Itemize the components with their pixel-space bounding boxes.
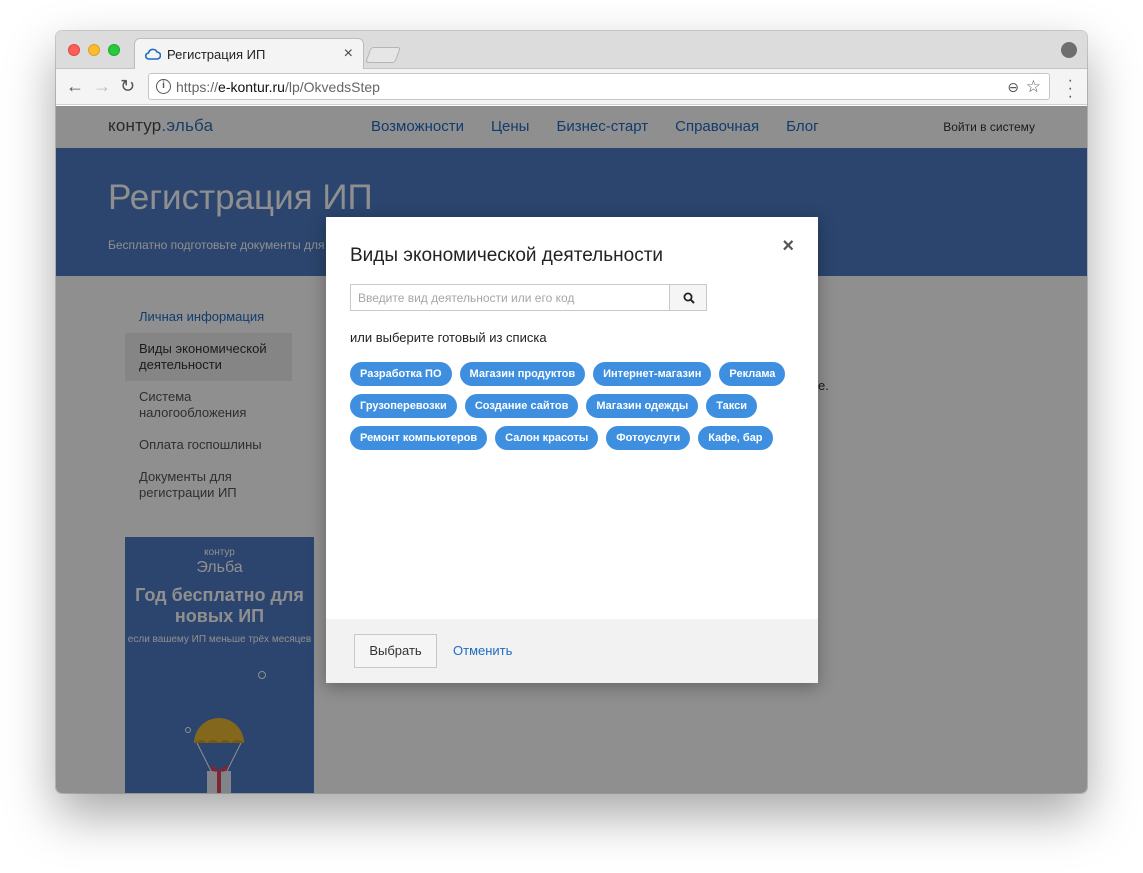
modal-footer: Выбрать Отменить (326, 619, 818, 683)
chip-photo-services[interactable]: Фотоуслуги (606, 426, 691, 450)
activity-chips: Разработка ПО Магазин продуктов Интернет… (350, 362, 790, 458)
maximize-window-button[interactable] (108, 44, 120, 56)
browser-tab[interactable]: Регистрация ИП × (134, 38, 364, 70)
chip-taxi[interactable]: Такси (706, 394, 758, 418)
chip-grocery-store[interactable]: Магазин продуктов (459, 362, 586, 386)
browser-toolbar: ← → ↻ i https://e-kontur.ru/lp/OkvedsSte… (56, 69, 1087, 105)
close-window-button[interactable] (68, 44, 80, 56)
url-text: https://e-kontur.ru/lp/OkvedsStep (176, 79, 380, 95)
back-arrow-icon[interactable]: ← (66, 77, 84, 95)
reload-icon[interactable]: ↻ (120, 77, 135, 95)
chip-beauty-salon[interactable]: Салон красоты (495, 426, 599, 450)
choose-button[interactable]: Выбрать (354, 634, 437, 668)
browser-window: Регистрация ИП × ← → ↻ i https://e-kontu… (56, 31, 1087, 793)
cancel-link[interactable]: Отменить (453, 643, 512, 658)
new-tab-button[interactable] (365, 47, 401, 63)
close-icon[interactable]: × (782, 235, 794, 258)
chip-clothing-store[interactable]: Магазин одежды (586, 394, 699, 418)
chip-pc-repair[interactable]: Ремонт компьютеров (350, 426, 488, 450)
chip-freight[interactable]: Грузоперевозки (350, 394, 457, 418)
pick-hint: или выберите готовый из списка (350, 330, 547, 345)
cloud-icon (145, 48, 161, 60)
tab-title: Регистрация ИП (167, 47, 266, 62)
chip-web-dev[interactable]: Создание сайтов (464, 394, 579, 418)
search-button[interactable] (669, 284, 707, 311)
profile-icon[interactable] (1061, 42, 1077, 58)
chip-software-dev[interactable]: Разработка ПО (350, 362, 452, 386)
forward-arrow-icon[interactable]: → (93, 77, 111, 95)
bookmark-star-icon[interactable]: ☆ (1026, 77, 1041, 97)
browser-menu-icon[interactable]: · · · (1068, 73, 1073, 105)
chip-online-store[interactable]: Интернет-магазин (593, 362, 712, 386)
activity-search-input[interactable] (350, 284, 670, 311)
address-bar[interactable]: i https://e-kontur.ru/lp/OkvedsStep ⊖ ☆ (148, 73, 1050, 100)
zoom-icon[interactable]: ⊖ (1007, 79, 1019, 96)
activities-modal: Виды экономической деятельности × или вы… (326, 217, 818, 683)
info-icon[interactable]: i (156, 79, 171, 94)
modal-title: Виды экономической деятельности (350, 245, 664, 266)
minimize-window-button[interactable] (88, 44, 100, 56)
tab-strip: Регистрация ИП × (56, 31, 1087, 70)
page-content: контур.эльба Возможности Цены Бизнес-ста… (56, 106, 1087, 793)
search-icon (683, 292, 695, 304)
chip-cafe-bar[interactable]: Кафе, бар (698, 426, 773, 450)
chip-advertising[interactable]: Реклама (719, 362, 786, 386)
tab-close-icon[interactable]: × (344, 45, 353, 63)
